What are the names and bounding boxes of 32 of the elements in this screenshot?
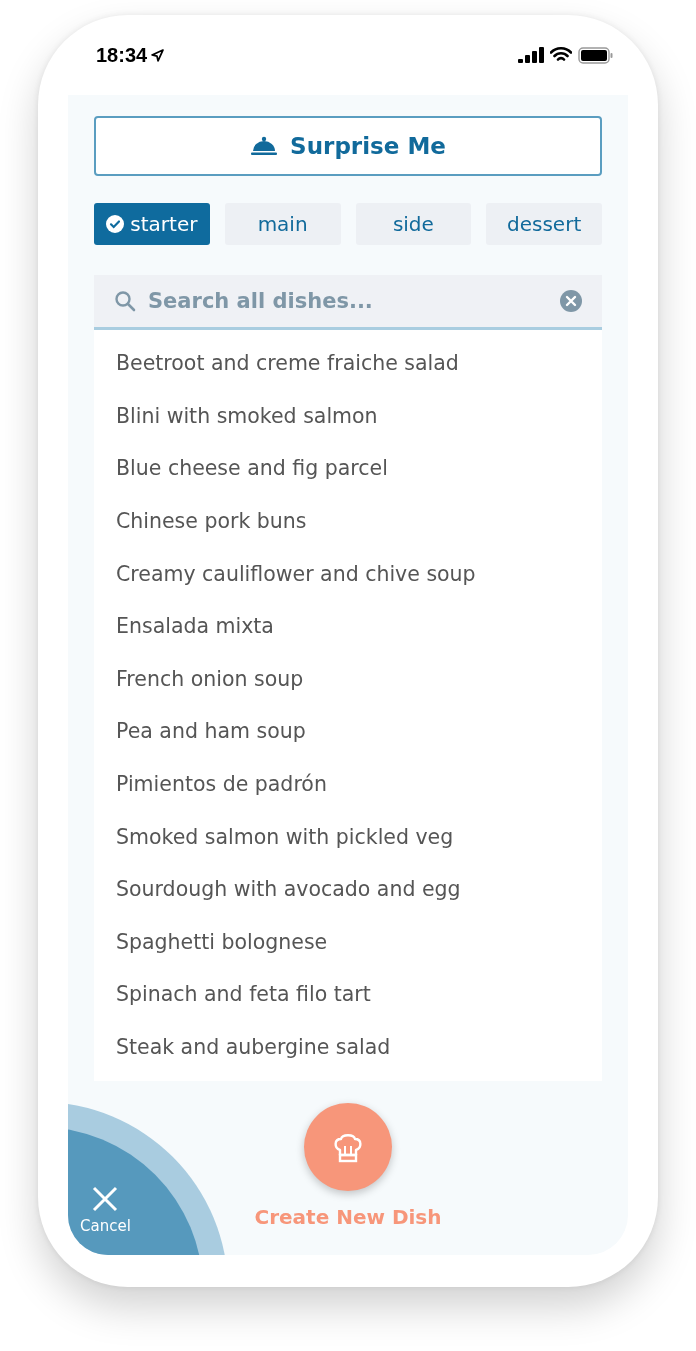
dish-item[interactable]: Pimientos de padrón [94,757,602,811]
cloche-icon [250,136,279,156]
location-arrow-icon [151,48,165,62]
dish-item[interactable]: Ensalada mixta [94,599,602,653]
dish-item[interactable]: Sourdough with avocado and egg [94,862,602,916]
dish-item[interactable]: Beetroot and creme fraiche salad [94,337,602,390]
search-input[interactable]: Search all dishes... [146,288,550,314]
category-tab[interactable]: dessert [486,203,602,245]
surprise-me-button[interactable]: Surprise Me [94,116,602,176]
signal-icon [518,47,544,63]
dish-item[interactable]: Pea and ham soup [94,705,602,758]
clear-icon[interactable] [560,290,582,312]
close-icon [91,1185,120,1213]
dish-item[interactable]: Smoked salmon with pickled veg [94,810,602,863]
search-icon [114,290,136,312]
check-circle-icon [106,215,125,233]
dish-item[interactable]: Spinach and feta filo tart [94,968,602,1021]
status-time: 18:34 [96,43,165,67]
dish-item[interactable]: Spaghetti bolognese [94,915,602,969]
category-tab[interactable]: starter [94,203,210,245]
dish-item[interactable]: French onion soup [94,652,602,706]
dish-item[interactable]: Blue cheese and fig parcel [94,442,602,495]
wifi-icon [550,47,572,63]
dish-item[interactable]: Chinese pork buns [94,494,602,548]
battery-icon [578,46,614,64]
dish-item[interactable]: Creamy cauliflower and chive soup [94,547,602,600]
category-tab[interactable]: side [355,203,472,245]
category-tab[interactable]: main [224,203,341,245]
search-field[interactable]: Search all dishes... [94,275,602,330]
create-dish-button[interactable] [304,1103,392,1192]
dish-item[interactable]: Blini with smoked salmon [94,389,602,443]
dish-item[interactable]: Steak and aubergine salad [94,1020,602,1074]
